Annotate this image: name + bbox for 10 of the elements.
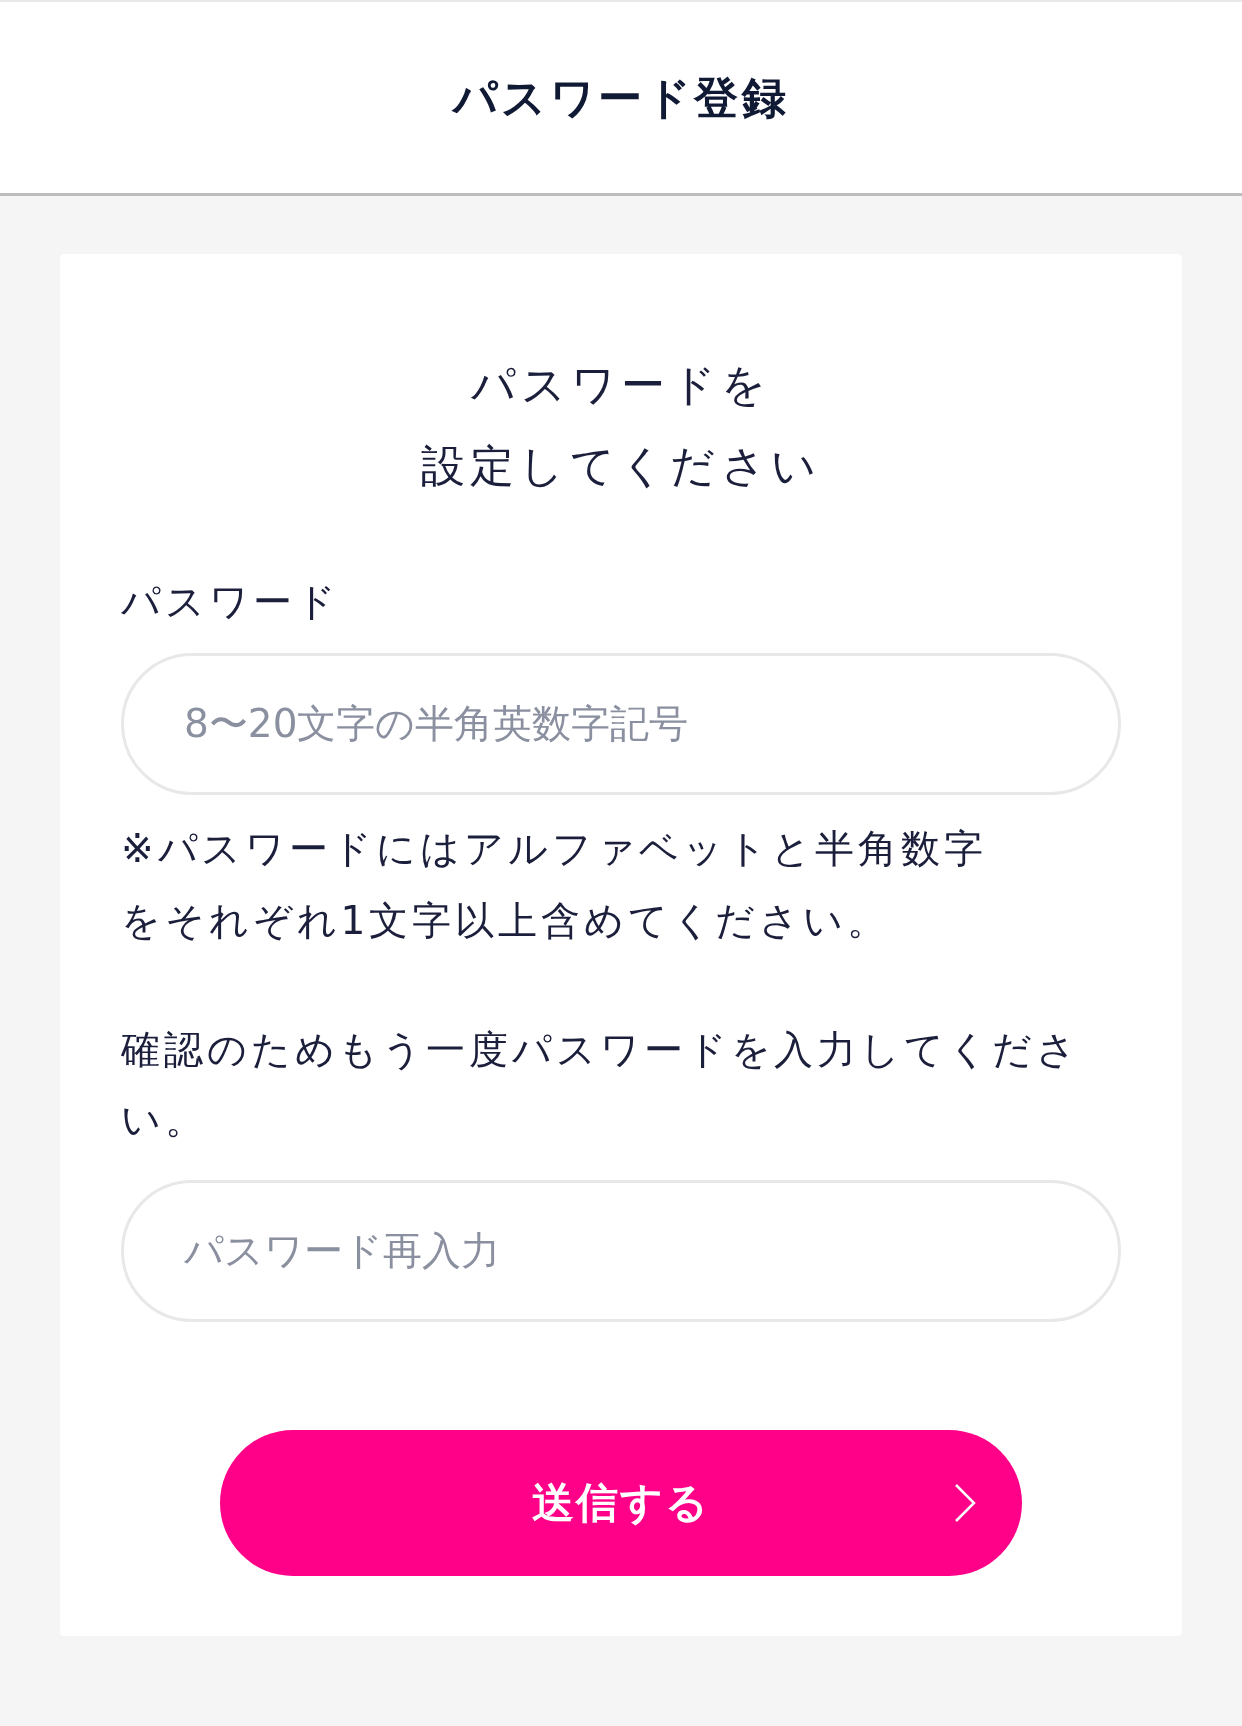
password-note: ※パスワードにはアルファベットと半角数字をそれぞれ1文字以上含めてください。 <box>121 824 988 946</box>
submit-button[interactable]: 送信する <box>220 1429 1022 1576</box>
chevron-right-icon <box>954 1482 976 1523</box>
password-label: パスワード <box>121 577 341 626</box>
confirm-label: 確認のためもう一度パスワードを入力してください。 <box>121 1026 1081 1145</box>
confirm-password-field[interactable]: パスワード再入力 <box>121 1179 1121 1322</box>
form-heading: 設定してください <box>419 439 823 494</box>
password-field[interactable]: 8〜20文字の半角英数字記号 <box>121 652 1121 795</box>
form-heading: パスワードを <box>469 358 773 412</box>
page-title: パスワード登録 <box>452 70 790 125</box>
